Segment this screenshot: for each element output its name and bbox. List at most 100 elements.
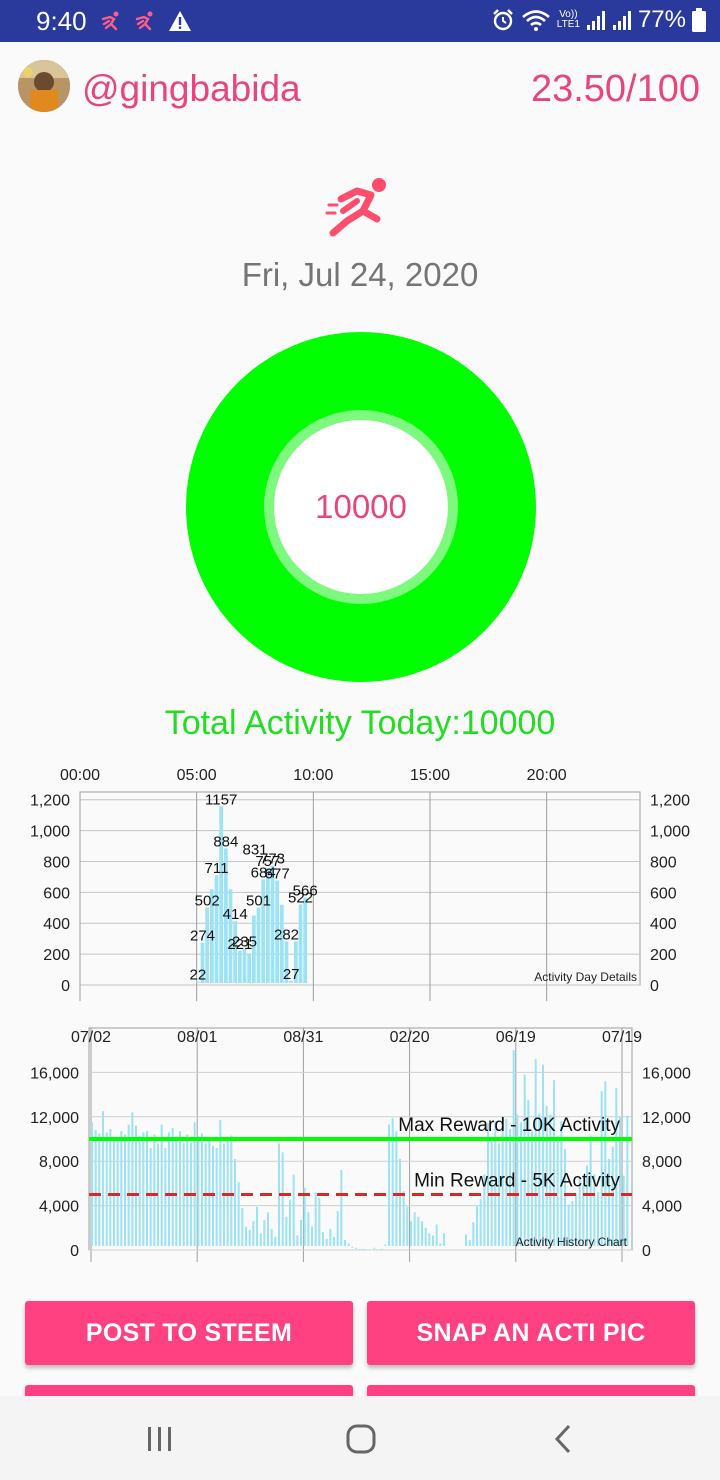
lte-label: LTE1 [556, 19, 580, 30]
battery-icon [692, 8, 706, 32]
history-bar [263, 1220, 266, 1246]
history-bar [523, 1074, 526, 1246]
history-bar [424, 1227, 427, 1246]
history-bar [604, 1081, 607, 1246]
history-bar [465, 1234, 468, 1246]
runner-notification-icon [135, 11, 153, 31]
home-icon[interactable] [346, 1424, 376, 1454]
history-bar [611, 1146, 614, 1246]
day-x-tick: 00:00 [60, 767, 100, 784]
day-chart-frame [79, 791, 641, 986]
total-activity-text: Total Activity Today:10000 [164, 704, 556, 742]
avatar[interactable] [18, 60, 70, 112]
history-bar [358, 1248, 361, 1250]
warning-icon [169, 11, 191, 31]
history-bar [267, 1212, 270, 1246]
history-bar [171, 1127, 174, 1246]
post-to-steem-button[interactable]: POST TO STEEM [25, 1301, 353, 1365]
history-x-tick: 06/19 [496, 1029, 536, 1046]
day-y-tick-right: 600 [650, 885, 677, 902]
current-date: Fri, Jul 24, 2020 [241, 256, 479, 293]
activity-day-chart[interactable]: 1,200 1,200 1,000 1,000 800 800 600 600 400 400 20… [0, 760, 720, 1010]
day-y-tick-left: 400 [43, 916, 70, 933]
status-bar: 9:40 Vo)) LTE1 77% [0, 0, 720, 42]
history-bar [307, 1212, 310, 1246]
day-data-label: 711 [205, 860, 229, 877]
avatar-image [18, 60, 70, 112]
history-bar [109, 1129, 112, 1246]
day-bar [265, 868, 270, 983]
alarm-icon [492, 9, 513, 31]
history-bar [402, 1191, 405, 1246]
history-bar [384, 1244, 387, 1246]
history-bar [300, 1220, 303, 1246]
history-x-tick: 02/20 [390, 1029, 430, 1046]
history-bar [340, 1170, 343, 1246]
history-bar [325, 1238, 328, 1246]
navigation-bar [0, 1396, 720, 1480]
history-bar [322, 1232, 325, 1246]
day-x-tick: 05:00 [177, 767, 217, 784]
history-bar [553, 1080, 556, 1246]
history-bar [245, 1226, 248, 1246]
history-chart-title: Activity History Chart [516, 1235, 628, 1249]
history-bar [259, 1233, 262, 1246]
recent-apps-icon[interactable] [146, 1426, 174, 1452]
day-y-tick-right: 1,000 [650, 824, 690, 841]
history-bar [344, 1240, 347, 1246]
history-bar [256, 1206, 259, 1246]
day-bar [214, 875, 219, 983]
history-bar [160, 1124, 163, 1246]
score: 23.50/100 [530, 68, 700, 110]
history-bar [237, 1182, 240, 1246]
system-icons: Vo)) LTE1 77% [491, 5, 706, 35]
day-data-label: 566 [293, 883, 318, 900]
day-data-label: 1157 [205, 791, 237, 808]
day-y-tick-left: 600 [43, 885, 70, 902]
day-x-tick: 10:00 [293, 767, 333, 784]
history-bar [175, 1136, 178, 1246]
history-bar [388, 1124, 391, 1246]
day-y-tick-right: 800 [650, 854, 677, 871]
history-bar [230, 1135, 233, 1246]
history-y-tick-right: 0 [642, 1243, 651, 1260]
history-bar [135, 1125, 138, 1246]
history-bar [318, 1197, 321, 1246]
history-bar [296, 1235, 299, 1246]
history-bar [443, 1233, 446, 1246]
runner-icon [325, 178, 386, 237]
history-bar [314, 1192, 317, 1246]
history-bar [476, 1205, 479, 1246]
history-bar [164, 1147, 167, 1246]
history-bar [435, 1224, 438, 1246]
history-bar [355, 1247, 358, 1249]
history-bar [432, 1235, 435, 1246]
history-bar [98, 1133, 101, 1246]
history-bar [149, 1147, 152, 1246]
history-bar [153, 1134, 156, 1246]
history-bar [215, 1147, 218, 1246]
history-bar [347, 1243, 350, 1246]
history-bar [626, 1115, 629, 1246]
activity-history-chart[interactable]: 07/02 08/01 08/31 02/20 06/19 07/19 16,000 16,0… [0, 1020, 720, 1270]
back-icon[interactable] [552, 1424, 574, 1454]
history-bar [292, 1174, 295, 1246]
history-bar [472, 1222, 475, 1246]
history-y-tick-left: 8,000 [39, 1154, 79, 1171]
history-bar [179, 1131, 182, 1246]
history-bar [113, 1136, 116, 1246]
history-bar [226, 1136, 229, 1246]
history-bar [102, 1111, 105, 1246]
history-bar [399, 1158, 402, 1246]
day-data-label: 502 [195, 892, 220, 909]
history-bar [413, 1212, 416, 1246]
history-bar [138, 1135, 141, 1246]
history-bar [105, 1132, 108, 1246]
history-bar [120, 1131, 123, 1246]
day-y-tick-left: 0 [61, 978, 70, 995]
history-bar [512, 1050, 515, 1246]
history-bar [270, 1228, 273, 1246]
history-bar [395, 1131, 398, 1246]
username[interactable]: @gingbabida [82, 68, 301, 110]
snap-an-acti-pic-button[interactable]: SNAP AN ACTI PIC [367, 1301, 695, 1365]
